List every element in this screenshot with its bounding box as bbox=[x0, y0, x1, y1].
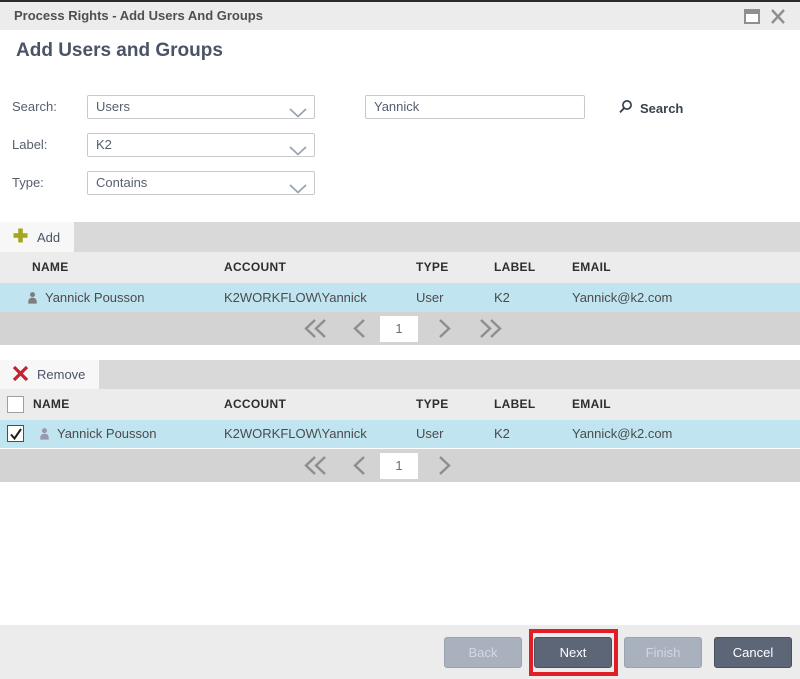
label-select[interactable]: K2 bbox=[87, 133, 315, 157]
back-button[interactable]: Back bbox=[444, 637, 522, 668]
results-table-header: NAME ACCOUNT TYPE LABEL EMAIL bbox=[0, 252, 800, 283]
column-header-type: TYPE bbox=[416, 389, 449, 420]
prev-page-icon[interactable] bbox=[353, 455, 367, 481]
chevron-down-icon bbox=[289, 179, 307, 201]
cell-label: K2 bbox=[494, 283, 510, 312]
table-row[interactable]: Yannick Pousson K2WORKFLOW\Yannick User … bbox=[0, 283, 800, 312]
type-value: Contains bbox=[96, 175, 147, 190]
cell-type: User bbox=[416, 420, 443, 448]
chevron-down-icon bbox=[289, 141, 307, 163]
first-page-icon[interactable] bbox=[303, 318, 329, 344]
remove-button[interactable]: Remove bbox=[0, 360, 99, 389]
cancel-button[interactable]: Cancel bbox=[714, 637, 792, 668]
add-button[interactable]: Add bbox=[0, 222, 74, 252]
add-toolbar: Add bbox=[0, 222, 800, 252]
search-button[interactable]: Search bbox=[617, 96, 683, 120]
column-header-type: TYPE bbox=[416, 252, 449, 283]
selected-pagination: 1 bbox=[0, 449, 800, 482]
cell-label: K2 bbox=[494, 420, 510, 448]
finish-button[interactable]: Finish bbox=[624, 637, 702, 668]
cell-account: K2WORKFLOW\Yannick bbox=[224, 283, 367, 312]
plus-icon bbox=[12, 227, 29, 247]
column-header-name: NAME bbox=[32, 252, 69, 283]
table-row[interactable]: Yannick Pousson K2WORKFLOW\Yannick User … bbox=[0, 420, 800, 448]
page-number[interactable]: 1 bbox=[380, 453, 418, 479]
first-page-icon[interactable] bbox=[303, 455, 329, 481]
next-page-icon[interactable] bbox=[437, 455, 451, 481]
cell-name: Yannick Pousson bbox=[57, 420, 157, 448]
remove-toolbar: Remove bbox=[0, 360, 800, 389]
page-number[interactable]: 1 bbox=[380, 316, 418, 342]
maximize-icon[interactable] bbox=[744, 9, 760, 24]
column-header-account: ACCOUNT bbox=[224, 389, 286, 420]
prev-page-icon[interactable] bbox=[353, 318, 367, 344]
search-button-label: Search bbox=[640, 101, 683, 116]
search-query-input[interactable]: Yannick bbox=[365, 95, 585, 119]
next-button[interactable]: Next bbox=[534, 637, 612, 668]
type-select[interactable]: Contains bbox=[87, 171, 315, 195]
user-icon bbox=[25, 290, 40, 309]
column-header-label: LABEL bbox=[494, 252, 536, 283]
results-pagination: 1 bbox=[0, 312, 800, 345]
row-checkbox-checked[interactable] bbox=[7, 425, 24, 442]
cell-name: Yannick Pousson bbox=[45, 283, 145, 312]
selected-table-header: NAME ACCOUNT TYPE LABEL EMAIL bbox=[0, 389, 800, 420]
column-header-account: ACCOUNT bbox=[224, 252, 286, 283]
label-value: K2 bbox=[96, 137, 112, 152]
close-icon[interactable] bbox=[770, 9, 786, 24]
search-icon bbox=[617, 99, 633, 118]
cell-account: K2WORKFLOW\Yannick bbox=[224, 420, 367, 448]
select-all-checkbox[interactable] bbox=[7, 396, 24, 413]
type-label: Type: bbox=[12, 171, 44, 195]
column-header-email: EMAIL bbox=[572, 252, 611, 283]
cell-type: User bbox=[416, 283, 443, 312]
last-page-icon[interactable] bbox=[477, 318, 503, 344]
search-query-value: Yannick bbox=[374, 99, 419, 114]
column-header-label: LABEL bbox=[494, 389, 536, 420]
add-button-label: Add bbox=[37, 230, 60, 245]
cell-email: Yannick@k2.com bbox=[572, 420, 672, 448]
search-label: Search: bbox=[12, 95, 57, 119]
user-icon bbox=[37, 426, 52, 445]
search-scope-select[interactable]: Users bbox=[87, 95, 315, 119]
column-header-email: EMAIL bbox=[572, 389, 611, 420]
remove-button-label: Remove bbox=[37, 367, 85, 382]
window-title: Process Rights - Add Users And Groups bbox=[14, 2, 263, 30]
page-title: Add Users and Groups bbox=[16, 40, 223, 62]
label-label: Label: bbox=[12, 133, 47, 157]
add-users-groups-dialog: Process Rights - Add Users And Groups Ad… bbox=[0, 0, 800, 679]
chevron-down-icon bbox=[289, 103, 307, 125]
column-header-name: NAME bbox=[33, 389, 70, 420]
remove-x-icon bbox=[12, 365, 29, 385]
search-scope-value: Users bbox=[96, 99, 130, 114]
cell-email: Yannick@k2.com bbox=[572, 283, 672, 312]
next-page-icon[interactable] bbox=[437, 318, 451, 344]
title-bar: Process Rights - Add Users And Groups bbox=[0, 0, 800, 30]
footer-bar: Back Next Finish Cancel bbox=[0, 625, 800, 679]
